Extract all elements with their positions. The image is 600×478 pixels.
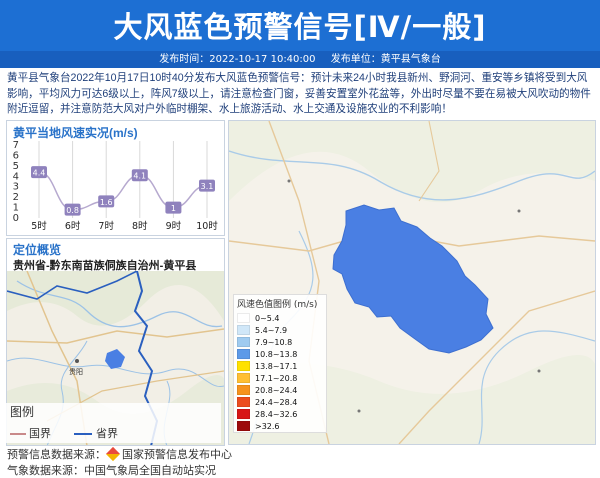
y-tick-label: 1 xyxy=(13,203,19,214)
x-tick-label: 7时 xyxy=(98,220,114,232)
wind-legend-title: 风速色值图例 (m/s) xyxy=(237,300,318,310)
wind-speed-panel: 黄平当地风速实况(m/s) 0 1 2 3 4 5 6 7 4.4 0.8 1.6 4.1 1 3.1 5时… xyxy=(6,120,225,236)
y-tick-label: 3 xyxy=(13,182,19,193)
wind-legend-label: 5.4~7.9 xyxy=(255,325,288,335)
wind-legend-swatch xyxy=(237,325,250,335)
wind-legend-item: 17.1~20.8 xyxy=(234,372,326,384)
y-tick-label: 5 xyxy=(13,161,19,172)
wind-legend-swatch xyxy=(237,421,250,431)
wind-legend-swatch xyxy=(237,313,250,323)
y-tick-label: 0 xyxy=(13,213,19,224)
legend-province-label: 省界 xyxy=(96,427,118,440)
header-banner: 大风蓝色预警信号[Ⅳ/一般] 发布时间：2022-10-17 10:40:00 … xyxy=(0,0,600,68)
wind-legend-swatch xyxy=(237,349,250,359)
nmic-logo-icon xyxy=(105,446,121,462)
wind-color-legend: 风速色值图例 (m/s) 0~5.4 5.4~7.9 7.9~10.8 10.8~13… xyxy=(233,294,327,433)
data-point-label: 1 xyxy=(171,204,176,213)
x-tick-label: 6时 xyxy=(65,220,81,232)
wind-legend-label: 0~5.4 xyxy=(255,313,280,323)
wind-legend-item: 7.9~10.8 xyxy=(234,336,326,348)
legend-title: 图例 xyxy=(10,405,35,419)
legend-country: 国界 xyxy=(10,425,51,441)
province-border-swatch xyxy=(74,433,92,435)
wind-legend-label: 7.9~10.8 xyxy=(255,337,293,347)
meteo-source-line: 气象数据来源：中国气象局全国自动站实况 xyxy=(7,465,216,477)
x-tick-label: 5时 xyxy=(31,220,47,232)
x-tick-label: 9时 xyxy=(166,220,182,232)
x-tick-label: 10时 xyxy=(196,220,218,232)
wind-legend-swatch xyxy=(237,409,250,419)
wind-legend-item: 5.4~7.9 xyxy=(234,324,326,336)
wind-legend-label: >32.6 xyxy=(255,421,280,431)
wind-legend-swatch xyxy=(237,337,250,347)
publish-time: 发布时间：2022-10-17 10:40:00 xyxy=(159,54,316,65)
legend-country-label: 国界 xyxy=(29,427,51,440)
wind-legend-label: 17.1~20.8 xyxy=(255,373,298,383)
wind-legend-item: 0~5.4 xyxy=(234,312,326,324)
wind-legend-item: 13.8~17.1 xyxy=(234,360,326,372)
data-source-line: 预警信息数据来源： 国家预警信息发布中心 xyxy=(7,446,232,462)
y-tick-label: 7 xyxy=(13,140,19,151)
wind-legend-swatch xyxy=(237,361,250,371)
wind-speed-series-line xyxy=(38,171,208,211)
source-org: 国家预警信息发布中心 xyxy=(122,449,232,461)
data-point-label: 4.1 xyxy=(133,172,146,181)
wind-legend-label: 10.8~13.8 xyxy=(255,349,298,359)
data-point-label: 3.1 xyxy=(201,182,214,191)
wind-legend-item: >32.6 xyxy=(234,420,326,432)
warning-description: 黄平县气象台2022年10月17日10时40分发布大风蓝色预警信号：预计未来24… xyxy=(7,72,591,115)
y-tick-label: 2 xyxy=(13,192,19,203)
wind-legend-rows: 0~5.4 5.4~7.9 7.9~10.8 10.8~13.8 13.8~17.1 17… xyxy=(234,312,326,432)
data-point-label: 4.4 xyxy=(33,169,46,178)
country-border-swatch xyxy=(10,433,26,435)
source-label: 预警信息数据来源： xyxy=(7,449,106,461)
publish-meta-bar: 发布时间：2022-10-17 10:40:00 发布单位：黄平县气象台 xyxy=(0,51,600,68)
wind-legend-item: 24.4~28.4 xyxy=(234,396,326,408)
wind-legend-item: 10.8~13.8 xyxy=(234,348,326,360)
page-title: 大风蓝色预警信号[Ⅳ/一般] xyxy=(113,10,487,44)
wind-legend-label: 28.4~32.6 xyxy=(255,409,298,419)
location-panel-title: 定位概览 xyxy=(13,243,62,257)
publisher: 发布单位：黄平县气象台 xyxy=(330,54,441,65)
data-point-label: 0.8 xyxy=(66,206,79,215)
wind-legend-label: 24.4~28.4 xyxy=(255,397,298,407)
x-tick-label: 8时 xyxy=(132,220,148,232)
y-tick-label: 4 xyxy=(13,171,19,182)
wind-legend-swatch xyxy=(237,385,250,395)
wind-legend-item: 28.4~32.6 xyxy=(234,408,326,420)
wind-legend-item: 20.8~24.4 xyxy=(234,384,326,396)
wind-legend-label: 20.8~24.4 xyxy=(255,385,298,395)
wind-legend-swatch xyxy=(237,397,250,407)
wind-speed-chart: 012345674.40.81.64.113.15时 6时 7时 8时 9时 10时 xyxy=(13,140,219,232)
data-point-label: 1.6 xyxy=(100,198,113,207)
wind-legend-label: 13.8~17.1 xyxy=(255,361,298,371)
legend-province: 省界 xyxy=(74,425,118,441)
y-tick-label: 6 xyxy=(13,150,19,161)
overview-legend: 图例 国界 省界 xyxy=(6,403,221,443)
city-label-guiyang: 贵阳 xyxy=(69,367,83,376)
wind-legend-swatch xyxy=(237,373,250,383)
